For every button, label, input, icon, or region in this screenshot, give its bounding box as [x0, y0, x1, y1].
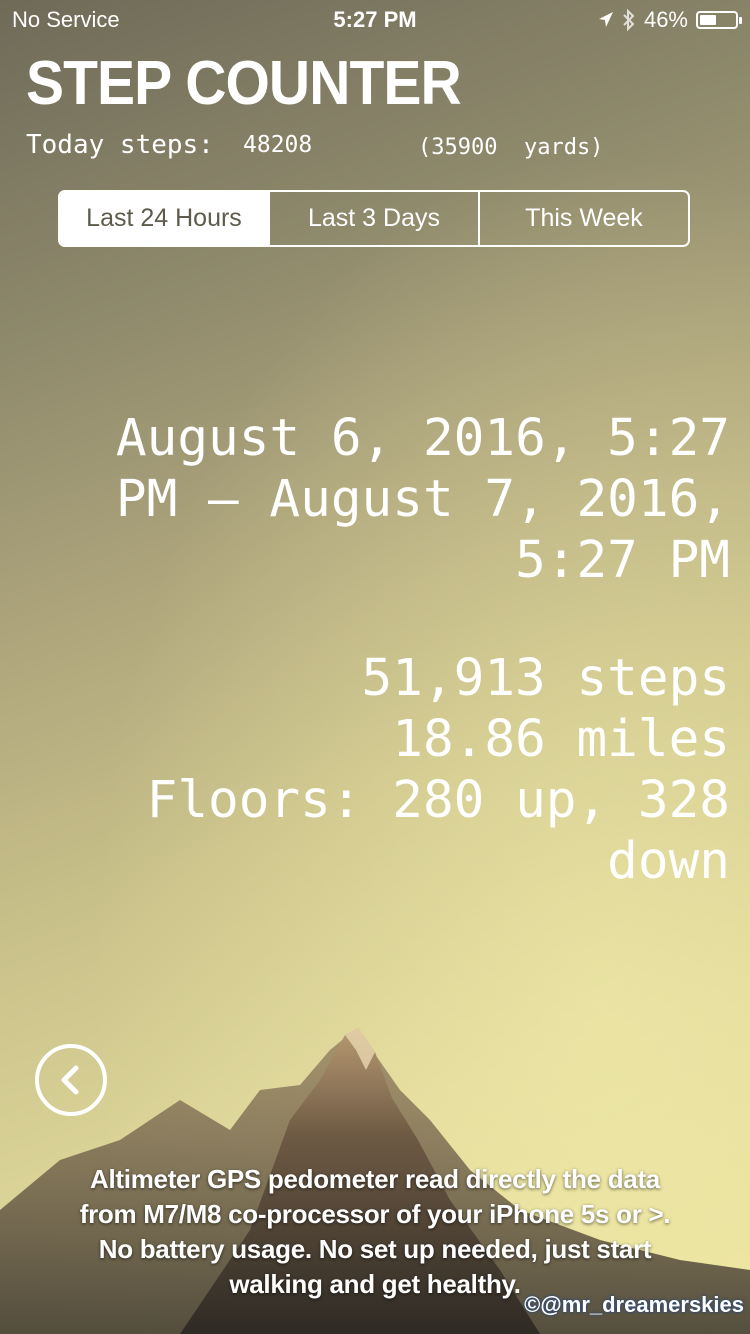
- app-title: STEP COUNTER: [26, 49, 462, 118]
- period-range-text: August 6, 2016, 5:27 PM – August 7, 2016…: [115, 409, 730, 590]
- battery-percent: 46%: [643, 7, 688, 32]
- period-segmented-control: Last 24 Hours Last 3 Days This Week: [58, 190, 690, 247]
- step-stats-text: 51,913 steps 18.86 miles Floors: 280 up,…: [146, 649, 730, 891]
- today-steps-value: 48208: [243, 132, 313, 158]
- status-bar: No Service 5:27 PM 46%: [0, 0, 750, 40]
- app-description: Altimeter GPS pedometer read directly th…: [79, 1164, 671, 1299]
- today-steps-label: Today steps:: [26, 130, 214, 160]
- tab-last-3-days[interactable]: Last 3 Days: [268, 192, 478, 245]
- status-right-group: 46%: [598, 7, 742, 33]
- battery-fill: [700, 15, 716, 25]
- today-yards-value: (35900 yards): [418, 135, 604, 160]
- bluetooth-icon: [623, 9, 635, 31]
- chevron-left-icon: [61, 1065, 79, 1095]
- tab-last-24-hours[interactable]: Last 24 Hours: [60, 192, 268, 245]
- location-arrow-icon: [598, 12, 613, 27]
- watermark: ©@mr_dreamerskies: [524, 1292, 744, 1317]
- back-button[interactable]: [35, 1044, 107, 1116]
- battery-icon: [696, 11, 742, 29]
- tab-this-week[interactable]: This Week: [478, 192, 688, 245]
